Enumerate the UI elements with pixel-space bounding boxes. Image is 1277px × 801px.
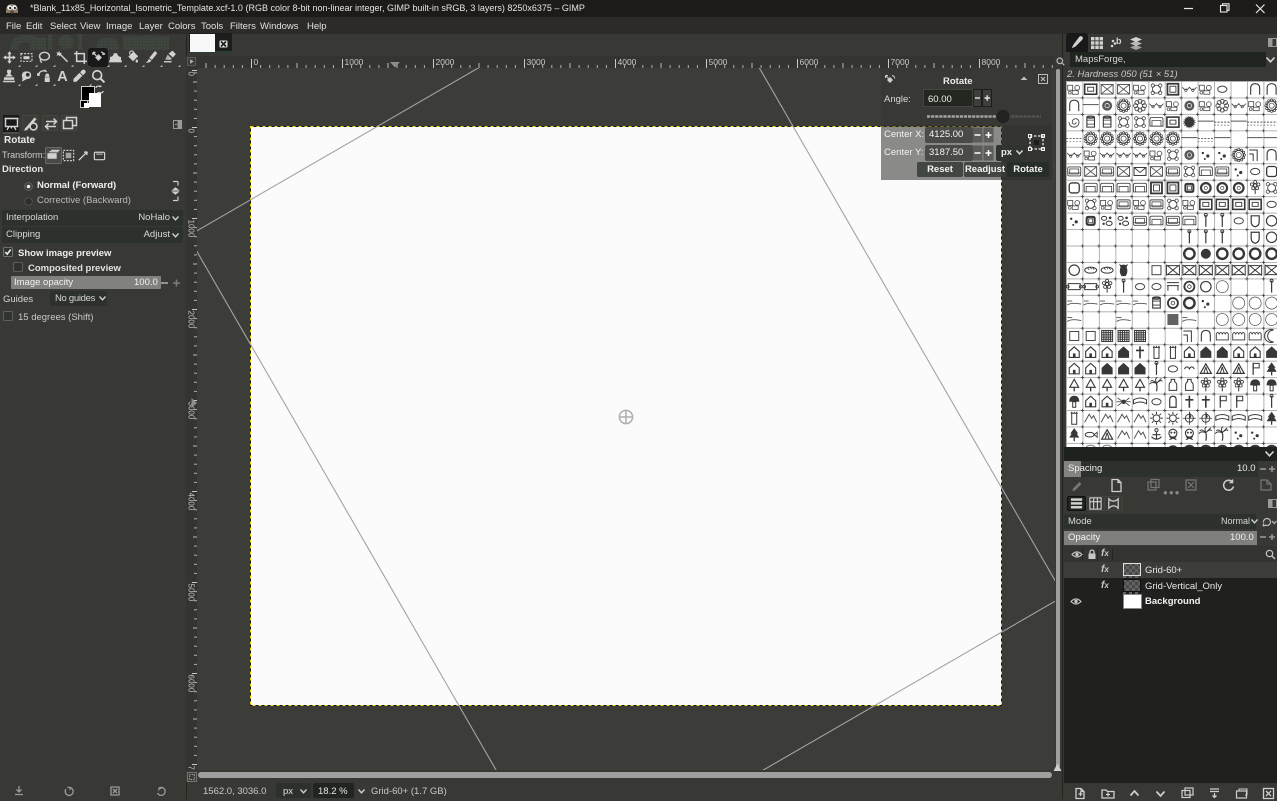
svg-text:0: 0 [187,72,196,77]
svg-text:5000: 5000 [187,584,196,602]
svg-text:2000: 2000 [187,311,196,329]
svg-text:1000: 1000 [187,220,196,238]
svg-text:0: 0 [254,57,259,67]
svg-text:0: 0 [187,129,196,134]
svg-text:A: A [57,69,68,85]
svg-text:b: b [1116,36,1122,46]
svg-text:6000: 6000 [187,675,196,693]
svg-text:4000: 4000 [187,493,196,511]
